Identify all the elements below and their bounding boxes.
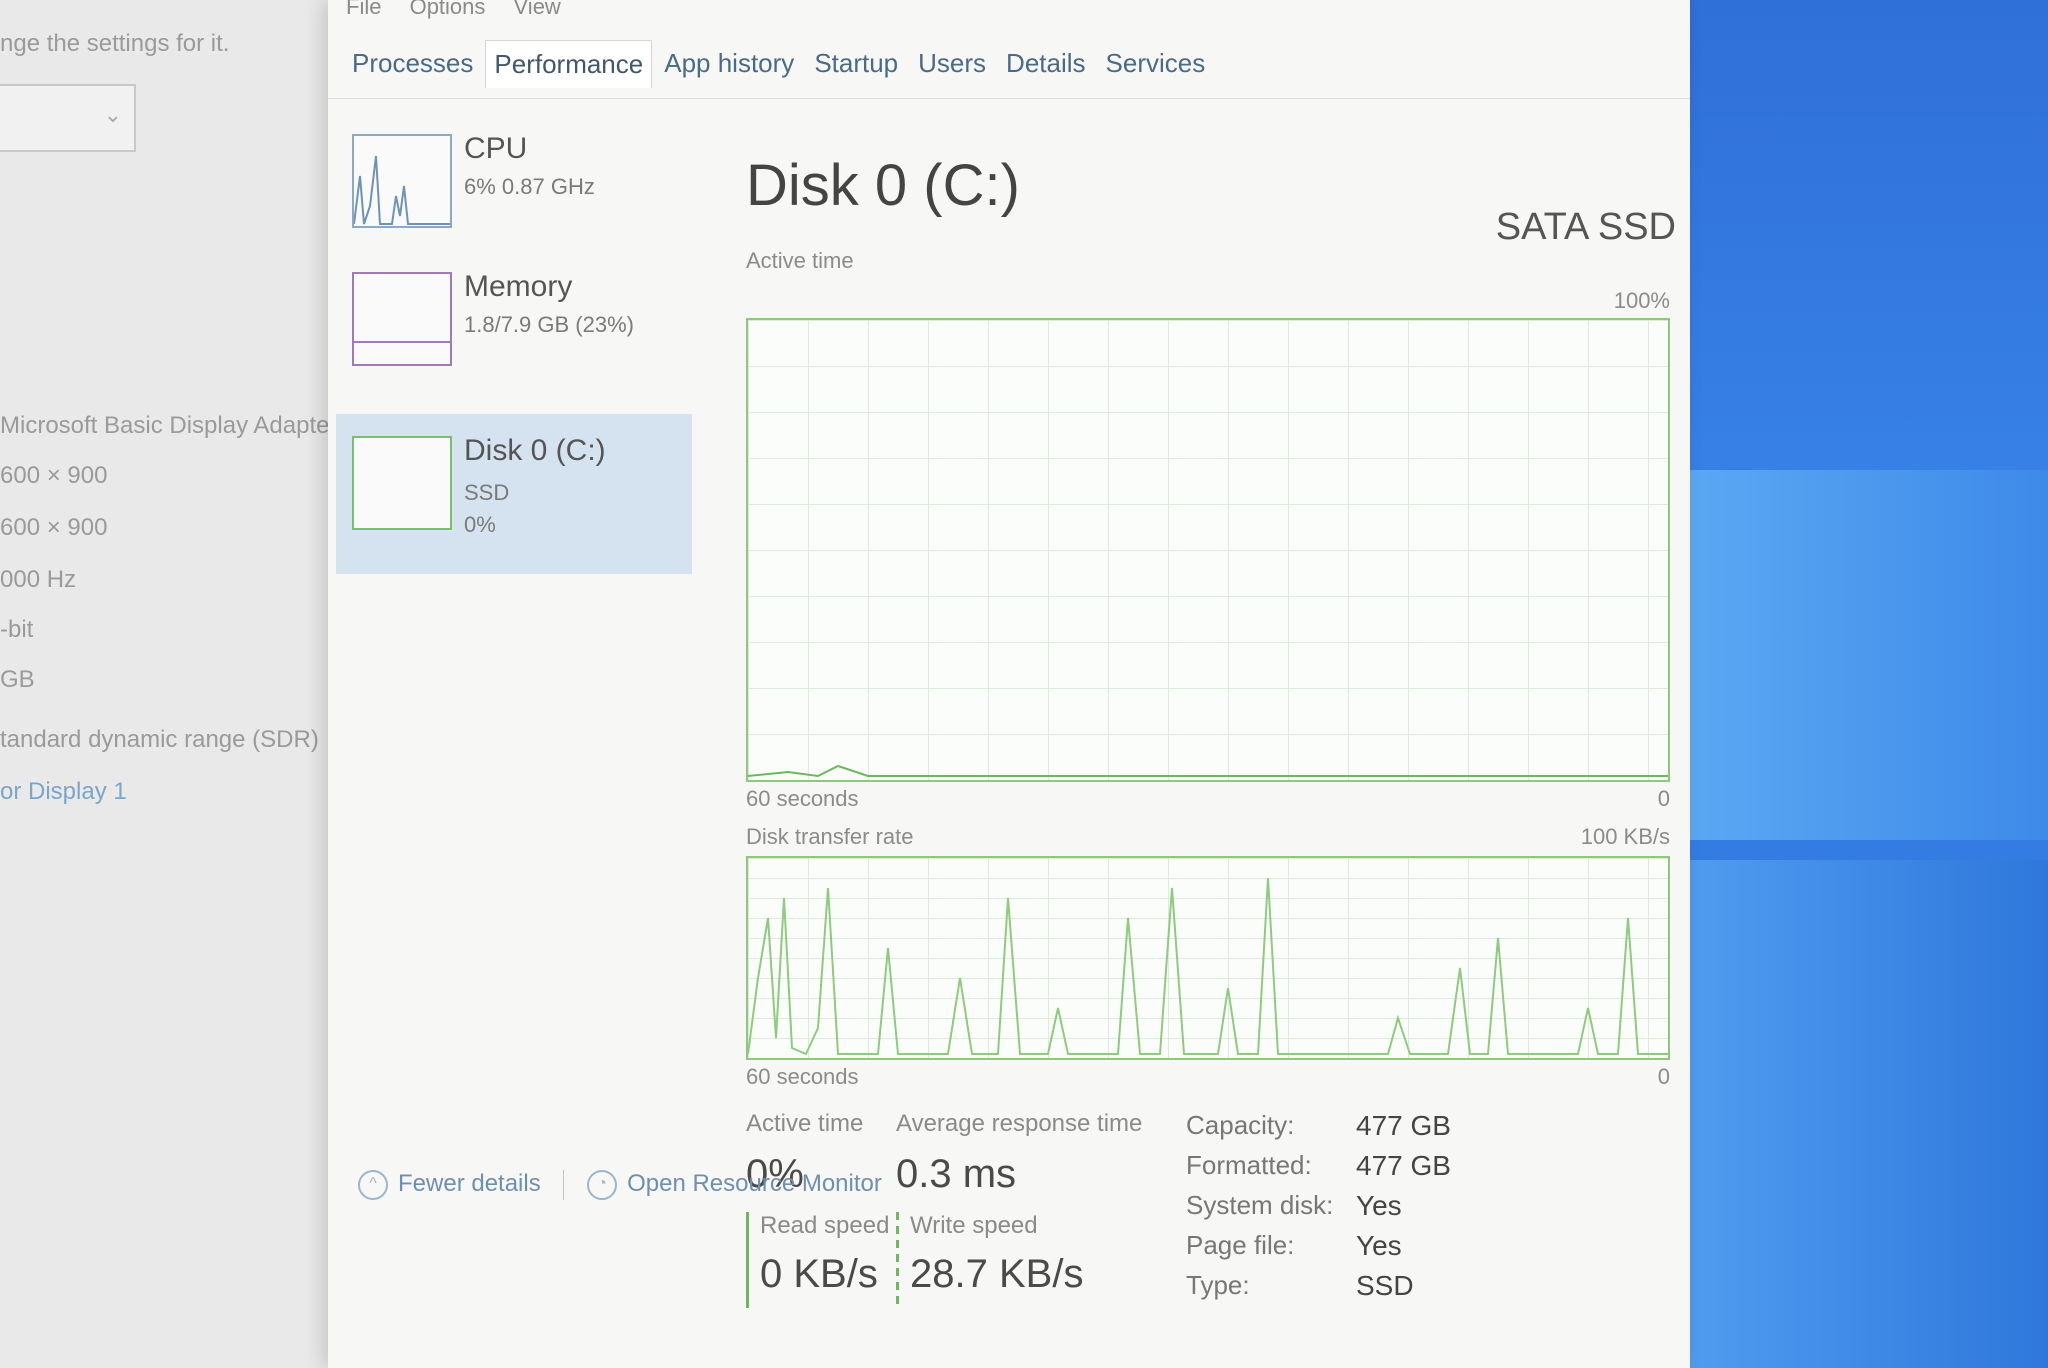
chevron-up-icon: ^ xyxy=(358,1170,388,1200)
color-format-value: tandard dynamic range (SDR) xyxy=(0,726,319,753)
tab-details[interactable]: Details xyxy=(998,40,1093,88)
refresh-rate-value: 000 Hz xyxy=(0,566,77,593)
system-disk-value: Yes xyxy=(1356,1190,1402,1221)
system-disk-label: System disk: xyxy=(1186,1190,1334,1220)
transfer-rate-line xyxy=(748,877,1668,1056)
type-value: SSD xyxy=(1356,1270,1414,1301)
desktop-resolution-value: 600 × 900 xyxy=(0,462,108,489)
memory-mini-chart xyxy=(354,341,450,343)
write-speed-value: 28.7 KB/s xyxy=(910,1252,1084,1296)
menu-bar: File Options View xyxy=(346,0,583,20)
sidebar-item-value: 1.8/7.9 GB (23%) xyxy=(464,312,634,337)
page-file-value: Yes xyxy=(1356,1230,1402,1261)
sidebar-item-label: Disk 0 (C:) xyxy=(464,434,606,467)
sidebar-item-memory[interactable]: Memory 1.8/7.9 GB (23%) xyxy=(336,256,692,386)
resource-monitor-icon: ◔ xyxy=(587,1170,618,1200)
tab-bar: Processes Performance App history Startu… xyxy=(344,40,1213,88)
wallpaper-pane xyxy=(1690,860,2048,1368)
transfer-rate-min-label: 0 xyxy=(1657,1064,1670,1089)
sidebar-item-type: SSD xyxy=(464,480,510,505)
memory-thumbnail-graph xyxy=(352,272,452,366)
active-time-chart-label: Active time xyxy=(746,248,854,273)
footer-bar: ^ Fewer details ◔ Open Resource Monitor xyxy=(358,1170,882,1200)
active-time-min-label: 0 xyxy=(1657,786,1670,811)
display-adapter-value: Microsoft Basic Display Adapter xyxy=(0,412,338,439)
active-time-max-label: 100% xyxy=(1613,288,1670,313)
tab-performance[interactable]: Performance xyxy=(485,40,653,88)
cpu-thumbnail-graph xyxy=(352,134,452,228)
fewer-details-label: Fewer details xyxy=(398,1170,541,1198)
disk-thumbnail-graph xyxy=(352,436,452,530)
transfer-rate-chart-label: Disk transfer rate xyxy=(746,824,914,849)
write-speed-label: Write speed xyxy=(910,1212,1038,1239)
active-time-duration-label: 60 seconds xyxy=(746,786,859,811)
performance-sidebar: CPU 6% 0.87 GHz Memory 1.8/7.9 GB (23%) … xyxy=(336,118,696,958)
sidebar-item-value: 6% 0.87 GHz xyxy=(464,174,595,199)
active-resolution-value: 600 × 900 xyxy=(0,514,108,541)
formatted-value: 477 GB xyxy=(1356,1150,1451,1181)
menu-file[interactable]: File xyxy=(346,0,381,19)
wallpaper-pane xyxy=(1690,470,2048,840)
background-settings-window: nge the settings for it. ⌄ Microsoft Bas… xyxy=(0,0,340,1368)
cpu-mini-chart xyxy=(353,155,450,225)
page-file-label: Page file: xyxy=(1186,1230,1295,1260)
read-speed-indicator xyxy=(746,1212,749,1308)
capacity-label: Capacity: xyxy=(1186,1110,1295,1140)
tab-services[interactable]: Services xyxy=(1098,40,1214,88)
sidebar-item-value: 0% xyxy=(464,512,496,537)
page-title: Disk 0 (C:) xyxy=(746,153,1020,218)
active-time-line xyxy=(748,764,1668,778)
memory-value: GB xyxy=(0,666,35,693)
tab-processes[interactable]: Processes xyxy=(344,40,481,88)
formatted-label: Formatted: xyxy=(1186,1150,1312,1180)
sidebar-item-label: CPU xyxy=(464,132,528,165)
sidebar-item-cpu[interactable]: CPU 6% 0.87 GHz xyxy=(336,118,692,248)
menu-view[interactable]: View xyxy=(514,0,561,19)
transfer-rate-max-label: 100 KB/s xyxy=(1580,824,1670,849)
settings-dropdown[interactable]: ⌄ xyxy=(0,84,136,152)
disk-type-label: SATA SSD xyxy=(1495,206,1676,248)
active-time-chart xyxy=(746,318,1670,782)
tab-startup[interactable]: Startup xyxy=(806,40,906,88)
task-manager-window: File Options View Processes Performance … xyxy=(328,0,1690,1368)
sidebar-item-disk[interactable]: Disk 0 (C:) SSD 0% xyxy=(336,414,692,574)
settings-hint-text: nge the settings for it. xyxy=(0,30,230,57)
menu-options[interactable]: Options xyxy=(410,0,486,19)
tab-app-history[interactable]: App history xyxy=(656,40,802,88)
avg-response-stat-value: 0.3 ms xyxy=(896,1152,1017,1196)
capacity-value: 477 GB xyxy=(1356,1110,1451,1141)
tab-divider xyxy=(328,98,1690,99)
sidebar-item-label: Memory xyxy=(464,270,573,303)
active-time-stat-label: Active time xyxy=(746,1110,864,1137)
transfer-rate-chart xyxy=(746,856,1670,1060)
tab-users[interactable]: Users xyxy=(910,40,994,88)
read-speed-value: 0 KB/s xyxy=(760,1252,878,1296)
desktop-wallpaper xyxy=(1690,0,2048,1368)
open-resource-monitor-link[interactable]: ◔ Open Resource Monitor xyxy=(587,1170,882,1200)
bit-depth-value: -bit xyxy=(0,616,34,643)
avg-response-stat-label: Average response time xyxy=(896,1110,1143,1137)
footer-divider xyxy=(563,1170,565,1200)
display-adapter-link[interactable]: or Display 1 xyxy=(0,778,127,806)
read-speed-label: Read speed xyxy=(760,1212,890,1239)
fewer-details-button[interactable]: ^ Fewer details xyxy=(358,1170,547,1200)
chevron-down-icon: ⌄ xyxy=(103,102,122,127)
write-speed-indicator xyxy=(896,1212,899,1308)
transfer-rate-duration-label: 60 seconds xyxy=(746,1064,859,1089)
type-label: Type: xyxy=(1186,1270,1250,1300)
open-resource-monitor-label: Open Resource Monitor xyxy=(627,1170,882,1198)
